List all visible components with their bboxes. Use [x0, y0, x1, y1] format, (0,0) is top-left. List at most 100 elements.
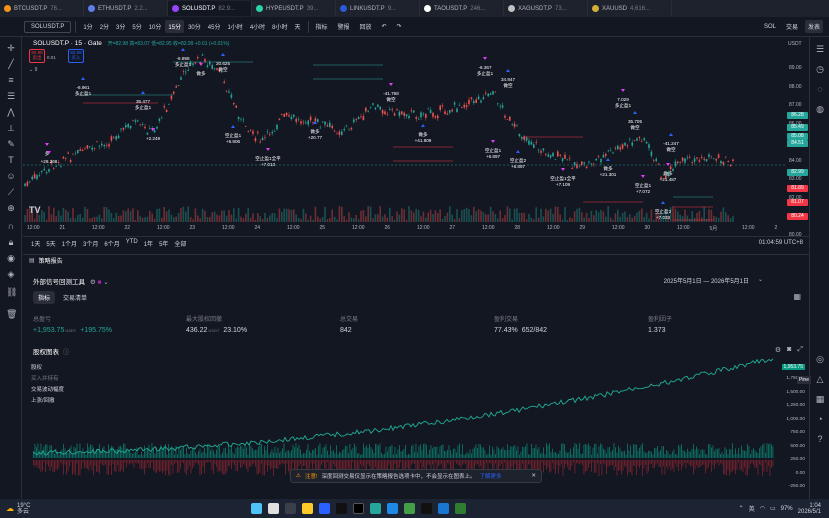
weather-widget[interactable]: ☁ 19°C 多云 [0, 503, 230, 515]
range-button[interactable]: 3个月 [83, 239, 98, 248]
browser-tab[interactable]: XAUUSD 4,616... [588, 1, 672, 16]
chevron-down-icon[interactable]: ⌄ [758, 276, 763, 283]
battery-icon[interactable]: ▭ [770, 505, 776, 512]
timeframe-button[interactable]: 4小时 [247, 20, 268, 33]
strategy-name[interactable]: 外部信号回测工具 ⚙ ■ ⌄ [33, 276, 109, 286]
fib-icon[interactable]: ☰ [6, 91, 16, 101]
alert-button[interactable]: 警报 [335, 20, 353, 33]
sol-label[interactable]: SOL [761, 22, 779, 32]
tiktok-icon-2[interactable] [421, 503, 432, 514]
chrome-icon[interactable] [404, 503, 415, 514]
tab-trades[interactable]: 交易清单 [58, 291, 92, 304]
ruler-icon[interactable]: ⟋ [6, 187, 16, 197]
replay-button[interactable]: 回放 [357, 20, 375, 33]
notification-icon[interactable]: ◔ [814, 413, 826, 425]
price-chart[interactable]: -6.961 多止盈1 多 35.477 多止盈1 +2.249 -6.898 多止盈1 做多 2… [23, 37, 786, 235]
explorer-icon[interactable] [302, 503, 313, 514]
buy-button[interactable]: 82.99 买入 [68, 49, 84, 63]
layers-icon[interactable]: ◈ [6, 269, 16, 279]
timeframe-button[interactable]: 天 [292, 20, 304, 33]
tiktok-icon[interactable] [336, 503, 347, 514]
link-icon[interactable]: ⛓ [6, 287, 17, 297]
zoom-icon[interactable]: ⊕ [6, 203, 16, 213]
store-icon[interactable] [319, 503, 330, 514]
range-button[interactable]: 1年 [144, 239, 153, 248]
start-icon[interactable] [251, 503, 262, 514]
brush-icon[interactable]: ✎ [6, 139, 16, 149]
chevron-down-icon[interactable]: ⌄ [103, 279, 108, 286]
learn-more-link[interactable]: 了解更多 [479, 472, 501, 480]
browser-tab[interactable]: HYPEUSDT.P 39... [252, 1, 336, 16]
magnet-icon[interactable]: ∩ [6, 221, 16, 231]
timeframe-button[interactable]: 1小时 [224, 20, 245, 33]
crosshair-icon[interactable]: ✛ [6, 43, 16, 53]
range-button[interactable]: 5年 [159, 239, 168, 248]
info-icon[interactable]: ⓘ [63, 349, 70, 356]
equity-legend-item[interactable]: 上涨/回撤 [31, 396, 64, 404]
tab-metrics[interactable]: 指标 [33, 291, 56, 304]
grid-view-icon[interactable]: ▦ [793, 292, 801, 301]
timeframe-button[interactable]: 2分 [97, 20, 112, 33]
time-axis[interactable]: 12:00 21 12:00 22 12:00 23 12:00 24 12:00 25 12:00… [23, 224, 786, 234]
chevron-up-icon[interactable]: ⌃ [739, 505, 744, 512]
timeframe-button[interactable]: 5分 [129, 20, 144, 33]
emoji-icon[interactable]: ☺ [6, 171, 16, 181]
date-range[interactable]: 2025年5月1日 — 2026年5月1日 [664, 276, 749, 285]
range-button[interactable]: 5天 [46, 239, 55, 248]
timeframe-button[interactable]: 15分 [165, 20, 185, 33]
range-button[interactable]: 全部 [174, 239, 186, 248]
pattern-icon[interactable]: ⋀ [6, 107, 16, 117]
candlestick-canvas[interactable]: -6.961多止盈1多35.477多止盈1+2.249-6.898多止盈1做多2… [23, 37, 786, 235]
range-button[interactable]: 1个月 [62, 239, 77, 248]
camera-icon[interactable]: ◙ [787, 346, 791, 354]
trade-button[interactable]: 交易 [783, 20, 801, 33]
forecast-icon[interactable]: ⟂ [6, 123, 16, 133]
symbol-search-button[interactable]: SOLUSDT.P [24, 20, 72, 33]
equity-legend-item[interactable]: 交易波动幅度 [31, 385, 64, 393]
language-indicator[interactable]: 英 [749, 504, 755, 513]
browser-tab[interactable]: TAOUSDT.P 246... [420, 1, 504, 16]
browser-tab[interactable]: ETHUSDT.P 2.2... [84, 1, 168, 16]
trash-icon[interactable]: 🗑︎ [6, 309, 17, 319]
equity-legend-item[interactable]: 买入并持有 [31, 374, 64, 382]
indicators-button[interactable]: 指标 [313, 20, 331, 33]
price-axis[interactable]: USDT 89.0088.0087.0086.0085.0084.0083.00… [786, 37, 809, 238]
settings-icon[interactable]: ⚙ [90, 279, 96, 286]
tradingview-icon[interactable] [353, 503, 364, 514]
range-button[interactable]: YTD [126, 239, 138, 248]
calendar-icon[interactable]: ▦ [814, 393, 826, 405]
sell-button[interactable]: 82.98 卖出 [29, 49, 45, 63]
ideas-icon[interactable]: ◍ [814, 103, 826, 115]
browser-tab[interactable]: BTCUSDT.P 76... [0, 1, 84, 16]
horizontal-lines-icon[interactable]: ≡ [6, 75, 16, 85]
utc-clock[interactable]: 01:04:59 UTC+8 [759, 240, 803, 246]
timeframe-button[interactable]: 30分 [185, 20, 204, 33]
eye-icon[interactable]: ◉ [6, 253, 16, 263]
close-icon[interactable]: ✕ [531, 473, 536, 479]
timeframe-button[interactable]: 8小时 [269, 20, 290, 33]
task-view-icon[interactable] [285, 503, 296, 514]
wifi-icon[interactable]: ◠ [760, 505, 765, 512]
strategy-report-tab[interactable]: 策略报告 [39, 256, 63, 265]
redo-icon[interactable]: ↷ [394, 21, 405, 32]
wechat-icon-2[interactable] [455, 503, 466, 514]
timeframe-button[interactable]: 10分 [146, 20, 165, 33]
shield-icon[interactable] [387, 503, 398, 514]
text-icon[interactable]: T [6, 155, 16, 165]
timeframe-button[interactable]: 1分 [80, 20, 95, 33]
range-button[interactable]: 6个月 [104, 239, 119, 248]
range-button[interactable]: 1天 [31, 239, 40, 248]
chat-icon[interactable]: ◌ [814, 83, 826, 95]
undo-icon[interactable]: ↶ [379, 21, 390, 32]
equity-legend-item[interactable]: 股权 [31, 363, 64, 371]
help-icon[interactable]: ? [814, 433, 826, 445]
search-icon[interactable] [268, 503, 279, 514]
browser-tab[interactable]: LINKUSDT.P 9... [336, 1, 420, 16]
telegram-icon[interactable] [438, 503, 449, 514]
browser-tab[interactable]: XAGUSDT.P 73... [504, 1, 588, 16]
pine-icon[interactable]: △ [814, 373, 826, 385]
settings-icon[interactable]: ⚙ [775, 346, 781, 354]
timeframe-button[interactable]: 3分 [113, 20, 128, 33]
taskbar-clock[interactable]: 1:04 2026/5/1 [798, 503, 821, 515]
clock-icon[interactable]: ◷ [814, 63, 826, 75]
